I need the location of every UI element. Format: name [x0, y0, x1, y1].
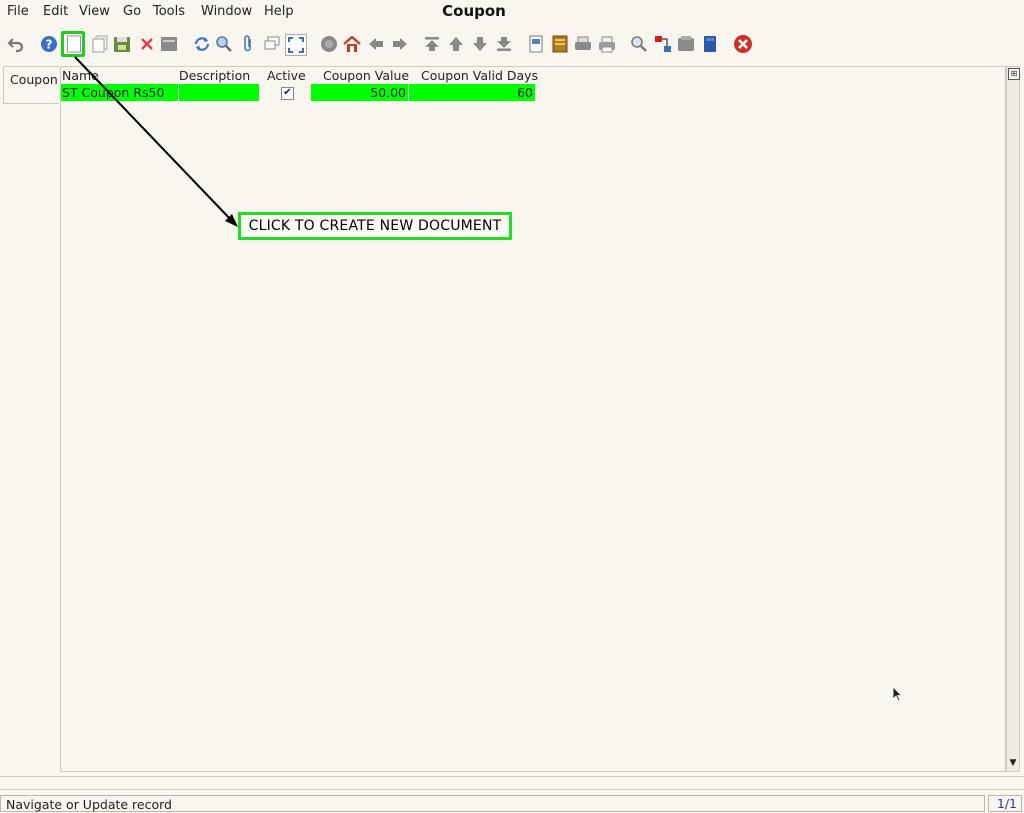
request-icon[interactable] [700, 34, 720, 54]
column-header-coupon-valid-days[interactable]: Coupon Valid Days [421, 68, 538, 83]
copy-record-icon[interactable] [90, 34, 110, 54]
previous-record-icon[interactable] [446, 34, 466, 54]
attachment-icon[interactable] [238, 34, 258, 54]
history-icon[interactable] [319, 34, 339, 54]
print-icon[interactable] [597, 34, 617, 54]
delete-icon[interactable] [137, 34, 157, 54]
menu-bar: File Edit View Go Tools Window Help Coup… [0, 0, 1024, 24]
tab-coupon[interactable]: Coupon [3, 66, 59, 104]
archive-icon[interactable] [550, 34, 570, 54]
cell-valid-days[interactable]: 60 [409, 84, 535, 101]
delete-selection-icon[interactable] [159, 34, 179, 54]
chat-icon[interactable] [262, 34, 282, 54]
print-preview-icon[interactable] [573, 34, 593, 54]
column-header-description[interactable]: Description [179, 68, 250, 83]
column-control-icon[interactable]: ⊞ [1008, 68, 1020, 80]
record-count[interactable]: 1/1 [988, 795, 1022, 812]
svg-text:?: ? [46, 38, 53, 52]
last-record-icon[interactable] [494, 34, 514, 54]
save-icon[interactable] [112, 34, 132, 54]
cell-description[interactable] [179, 84, 259, 101]
help-icon[interactable]: ? [39, 34, 59, 54]
column-header-active[interactable]: Active [267, 68, 306, 83]
column-header-name[interactable]: Name [62, 68, 99, 83]
next-record-icon[interactable] [470, 34, 490, 54]
report-icon[interactable] [526, 34, 546, 54]
undo-icon[interactable] [6, 34, 26, 54]
zoom-across-icon[interactable] [629, 34, 649, 54]
home-icon[interactable] [342, 34, 362, 54]
horizontal-separator [0, 776, 1024, 790]
tab-coupon-label: Coupon [10, 72, 58, 87]
search-icon[interactable] [214, 34, 234, 54]
product-info-icon[interactable] [676, 34, 696, 54]
annotation-callout: CLICK TO CREATE NEW DOCUMENT [238, 212, 512, 240]
window-title: Coupon [442, 2, 506, 20]
column-header-coupon-value[interactable]: Coupon Value [323, 68, 409, 83]
new-record-highlight [61, 31, 85, 57]
workflow-icon[interactable] [653, 34, 673, 54]
exit-icon[interactable] [733, 34, 753, 54]
scroll-down-arrow-icon[interactable]: ▼ [1008, 758, 1018, 768]
first-record-icon[interactable] [422, 34, 442, 54]
status-bar: Navigate or Update record [0, 795, 985, 812]
status-message: Navigate or Update record [6, 797, 172, 812]
cell-coupon-value[interactable]: 50.00 [311, 84, 408, 101]
refresh-icon[interactable] [192, 34, 212, 54]
mouse-cursor-icon [892, 686, 903, 702]
cell-name[interactable]: ST Coupon Rs50 [61, 84, 178, 101]
record-grid: Name Description Active Coupon Value Cou… [60, 66, 1006, 772]
toolbar: ? [0, 26, 1024, 62]
cell-active-checkbox[interactable]: ✔ [281, 87, 294, 100]
arrow-left-icon[interactable] [366, 34, 386, 54]
arrow-right-icon[interactable] [390, 34, 410, 54]
grid-toggle-icon[interactable] [285, 34, 307, 56]
vertical-scrollbar[interactable]: ⊞ ▼ [1006, 66, 1020, 772]
